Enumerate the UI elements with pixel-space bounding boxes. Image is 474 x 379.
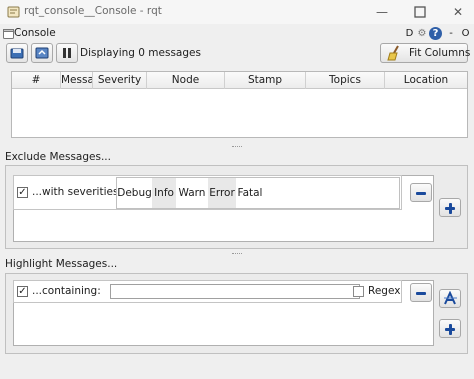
window-title: rqt_console__Console - rqt bbox=[24, 5, 162, 17]
settings-icon[interactable]: ⚙ bbox=[416, 27, 428, 40]
highlight-filter-label: ...containing: bbox=[32, 285, 101, 297]
splitter-handle[interactable] bbox=[232, 146, 242, 148]
remove-highlight-filter-button[interactable] bbox=[410, 283, 432, 302]
severity-warn[interactable]: Warn bbox=[176, 178, 208, 208]
exclude-section-title: Exclude Messages... bbox=[5, 151, 111, 163]
save-icon bbox=[10, 48, 24, 59]
column-header-stamp[interactable]: Stamp bbox=[225, 72, 306, 89]
minimize-icon[interactable]: — bbox=[374, 4, 390, 20]
rqt-app-icon bbox=[7, 6, 20, 18]
column-header-message[interactable]: Message bbox=[61, 72, 93, 89]
severity-list[interactable]: Debug Info Warn Error Fatal bbox=[116, 177, 400, 209]
plugin-title: Console bbox=[14, 27, 56, 39]
regex-checkbox[interactable] bbox=[353, 286, 364, 297]
checkmark-icon: ✓ bbox=[18, 286, 27, 297]
add-exclude-filter-button[interactable] bbox=[439, 198, 461, 217]
help-icon[interactable]: ? bbox=[429, 27, 442, 40]
load-button[interactable] bbox=[31, 43, 53, 63]
severity-debug[interactable]: Debug bbox=[117, 178, 152, 208]
exclude-filter-checkbox[interactable]: ✓ bbox=[17, 187, 28, 198]
close-plugin-button[interactable]: O bbox=[460, 27, 471, 40]
window-close-icon[interactable]: ✕ bbox=[450, 4, 466, 20]
highlight-section-title: Highlight Messages... bbox=[5, 258, 118, 270]
fit-columns-label: Fit Columns bbox=[409, 47, 471, 59]
checkmark-icon: ✓ bbox=[18, 187, 27, 198]
severity-fatal[interactable]: Fatal bbox=[236, 178, 264, 208]
maximize-icon[interactable] bbox=[412, 4, 428, 20]
column-header-severity[interactable]: Severity bbox=[93, 72, 147, 89]
message-table[interactable]: # Message Severity Node Stamp Topics Loc… bbox=[11, 71, 468, 138]
fit-columns-button[interactable]: Fit Columns bbox=[380, 43, 471, 63]
column-header-number[interactable]: # bbox=[12, 72, 61, 89]
minimize-plugin-icon[interactable]: - bbox=[446, 27, 456, 40]
column-header-message-label: Message bbox=[61, 74, 93, 86]
message-count-label: Displaying 0 messages bbox=[80, 47, 201, 59]
save-button[interactable] bbox=[6, 43, 28, 63]
exclude-filter-row[interactable]: ✓ ...with severities: Debug Info Warn Er… bbox=[13, 175, 402, 210]
highlight-filter-row[interactable]: ✓ ...containing: Regex bbox=[13, 280, 402, 303]
column-header-node[interactable]: Node bbox=[147, 72, 225, 89]
column-header-location[interactable]: Location bbox=[385, 72, 467, 89]
load-icon bbox=[35, 47, 49, 59]
highlight-icon bbox=[444, 291, 457, 305]
exclude-filter-label: ...with severities: bbox=[32, 186, 122, 198]
minus-icon bbox=[416, 192, 426, 195]
message-table-header: # Message Severity Node Stamp Topics Loc… bbox=[12, 72, 467, 89]
column-header-topics[interactable]: Topics bbox=[306, 72, 385, 89]
highlight-filter-checkbox[interactable]: ✓ bbox=[17, 286, 28, 297]
pause-button[interactable] bbox=[56, 43, 78, 63]
dock-button[interactable]: D bbox=[404, 27, 415, 40]
pause-icon bbox=[63, 48, 71, 58]
broom-icon bbox=[387, 45, 399, 61]
console-plugin-icon bbox=[3, 29, 14, 39]
severity-info[interactable]: Info bbox=[152, 178, 176, 208]
severity-error[interactable]: Error bbox=[208, 178, 236, 208]
add-highlight-filter-button[interactable] bbox=[439, 319, 461, 338]
containing-text-input[interactable] bbox=[110, 284, 360, 299]
remove-exclude-filter-button[interactable] bbox=[410, 183, 432, 202]
highlight-filter-button[interactable] bbox=[439, 289, 461, 308]
splitter-handle-2[interactable] bbox=[232, 253, 242, 255]
minus-icon bbox=[416, 292, 426, 295]
regex-label: Regex bbox=[368, 285, 401, 297]
